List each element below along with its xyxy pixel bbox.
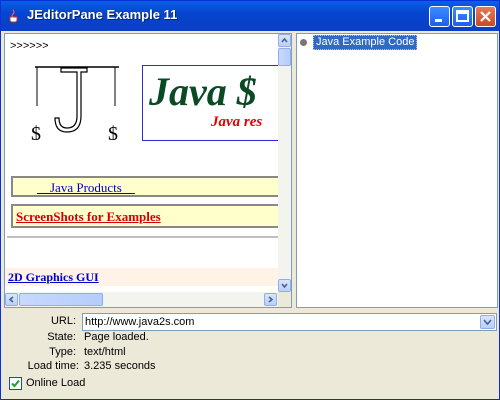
- chevron-down-icon: [483, 319, 492, 326]
- screenshots-link[interactable]: ScreenShots for Examples: [16, 209, 161, 225]
- java-products-link[interactable]: Java Products: [37, 180, 135, 196]
- load-time-label: Load time:: [27, 360, 79, 372]
- chevron-right-icon: [268, 296, 274, 303]
- state-value: Page loaded.: [84, 331, 149, 343]
- chevron-left-icon: [8, 296, 14, 303]
- section-heading-link[interactable]: 2D Graphics GUI: [8, 270, 99, 285]
- section-row: 2D Graphics GUI: [5, 268, 278, 286]
- java-cup-icon: [9, 9, 18, 23]
- app-window: JEditorPane Example 11 >>>>>> $ $ Java $…: [0, 0, 500, 400]
- screenshots-box: ScreenShots for Examples: [11, 204, 278, 228]
- scroll-right-button[interactable]: [264, 293, 277, 306]
- html-content: >>>>>> $ $ Java $ Java res Java Products…: [5, 34, 278, 292]
- editor-pane[interactable]: >>>>>> $ $ Java $ Java res Java Products…: [4, 33, 292, 308]
- url-label: URL:: [50, 315, 76, 327]
- java-dollar-logo: $ $: [31, 66, 119, 140]
- url-input[interactable]: [85, 314, 475, 330]
- close-button[interactable]: [475, 6, 496, 27]
- state-label: State:: [47, 331, 76, 343]
- vertical-scroll-thumb[interactable]: [278, 48, 291, 66]
- title-bar[interactable]: JEditorPane Example 11: [1, 1, 499, 31]
- online-load-checkbox[interactable]: [9, 377, 22, 390]
- minimize-icon: [435, 19, 442, 22]
- svg-text:$: $: [108, 123, 118, 140]
- banner-subtitle: Java res: [211, 114, 263, 130]
- scroll-up-button[interactable]: [278, 34, 291, 47]
- scroll-corner: [278, 292, 291, 307]
- horizontal-scroll-thumb[interactable]: [19, 293, 103, 306]
- load-time-value: 3.235 seconds: [84, 360, 156, 372]
- maximize-button[interactable]: [452, 6, 473, 27]
- maximize-icon: [456, 10, 469, 22]
- chevron-up-icon: [281, 37, 288, 43]
- java-banner: Java $ Java res: [142, 65, 278, 141]
- minimize-button[interactable]: [429, 6, 450, 27]
- tree-bullet-icon: [300, 39, 307, 46]
- checkmark-icon: [11, 379, 20, 388]
- java-products-box: Java Products: [11, 176, 278, 197]
- banner-title: Java $: [149, 69, 257, 114]
- horizontal-scrollbar[interactable]: [5, 292, 278, 307]
- scroll-down-button[interactable]: [278, 279, 291, 292]
- type-label: Type:: [49, 346, 76, 358]
- scroll-left-button[interactable]: [5, 293, 18, 306]
- horizontal-rule: [7, 236, 278, 238]
- close-icon: [480, 11, 491, 22]
- svg-text:$: $: [31, 123, 41, 140]
- arrow-text: >>>>>>: [10, 40, 49, 52]
- status-panel: URL: State: Page loaded. Type: text/html…: [1, 310, 499, 400]
- online-load-label: Online Load: [26, 377, 86, 389]
- tree-pane[interactable]: Java Example Code: [296, 33, 498, 308]
- vertical-scrollbar[interactable]: [278, 34, 291, 292]
- url-dropdown-button[interactable]: [480, 315, 495, 329]
- tree-item[interactable]: Java Example Code: [313, 35, 418, 50]
- url-combobox[interactable]: [82, 313, 497, 331]
- chevron-down-icon: [281, 283, 288, 289]
- type-value: text/html: [84, 346, 126, 358]
- window-title: JEditorPane Example 11: [27, 7, 178, 22]
